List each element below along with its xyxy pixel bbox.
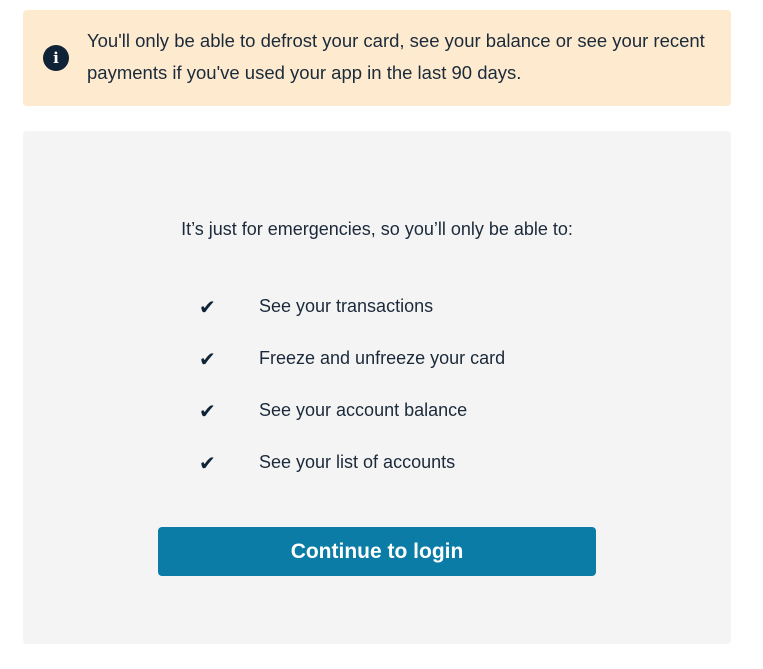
- checkmark-icon: ✔: [199, 399, 216, 423]
- feature-item-freeze-card: ✔ Freeze and unfreeze your card: [199, 346, 505, 398]
- feature-label: Freeze and unfreeze your card: [259, 348, 506, 368]
- feature-item-transactions: ✔ See your transactions: [199, 294, 505, 346]
- feature-item-list-accounts: ✔ See your list of accounts: [199, 450, 505, 502]
- checkmark-icon: ✔: [199, 295, 216, 319]
- feature-list: ✔ See your transactions ✔ Freeze and unf…: [199, 294, 505, 502]
- feature-label: See your account balance: [259, 400, 468, 420]
- info-banner: i You'll only be able to defrost your ca…: [23, 10, 731, 106]
- feature-label: See your transactions: [259, 296, 434, 316]
- emergency-intro-text: It’s just for emergencies, so you’ll onl…: [181, 219, 573, 239]
- emergency-access-panel: It’s just for emergencies, so you’ll onl…: [23, 131, 731, 644]
- checkmark-icon: ✔: [199, 347, 216, 371]
- continue-to-login-button[interactable]: Continue to login: [158, 527, 596, 576]
- feature-item-account-balance: ✔ See your account balance: [199, 398, 505, 450]
- checkmark-icon: ✔: [199, 451, 216, 475]
- info-icon: i: [43, 45, 69, 71]
- info-banner-text: You'll only be able to defrost your card…: [87, 30, 705, 83]
- feature-label: See your list of accounts: [259, 452, 456, 472]
